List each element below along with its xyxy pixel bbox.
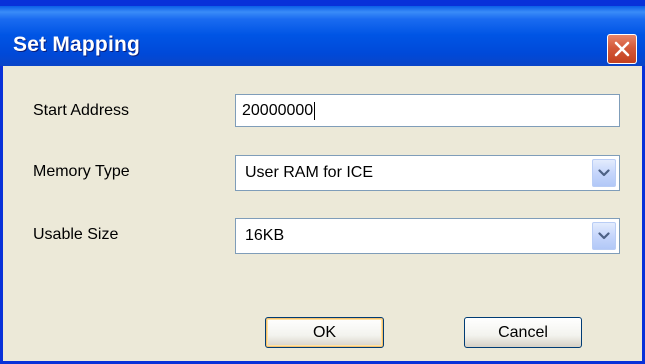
memory-type-dropdown-button[interactable] bbox=[592, 159, 616, 187]
close-button[interactable] bbox=[607, 34, 637, 64]
cancel-button[interactable]: Cancel bbox=[464, 317, 582, 348]
memory-type-select[interactable]: User RAM for ICE bbox=[235, 155, 620, 191]
usable-size-dropdown-button[interactable] bbox=[592, 222, 616, 250]
set-mapping-dialog: Set Mapping Start Address 20000000 Memor… bbox=[0, 0, 645, 364]
start-address-input[interactable]: 20000000 bbox=[235, 94, 620, 127]
usable-size-value: 16KB bbox=[245, 227, 285, 244]
text-caret bbox=[314, 101, 316, 120]
memory-type-value: User RAM for ICE bbox=[245, 164, 374, 181]
ok-button[interactable]: OK bbox=[265, 317, 384, 348]
usable-size-select[interactable]: 16KB bbox=[235, 218, 620, 254]
chevron-down-icon bbox=[598, 227, 610, 245]
start-address-label: Start Address bbox=[33, 102, 130, 119]
start-address-value: 20000000 bbox=[242, 101, 314, 119]
title-bar[interactable]: Set Mapping bbox=[0, 0, 645, 66]
memory-type-label: Memory Type bbox=[33, 163, 130, 180]
chevron-down-icon bbox=[598, 164, 610, 182]
usable-size-label: Usable Size bbox=[33, 226, 119, 243]
window-title: Set Mapping bbox=[13, 33, 141, 56]
close-icon bbox=[613, 40, 631, 58]
